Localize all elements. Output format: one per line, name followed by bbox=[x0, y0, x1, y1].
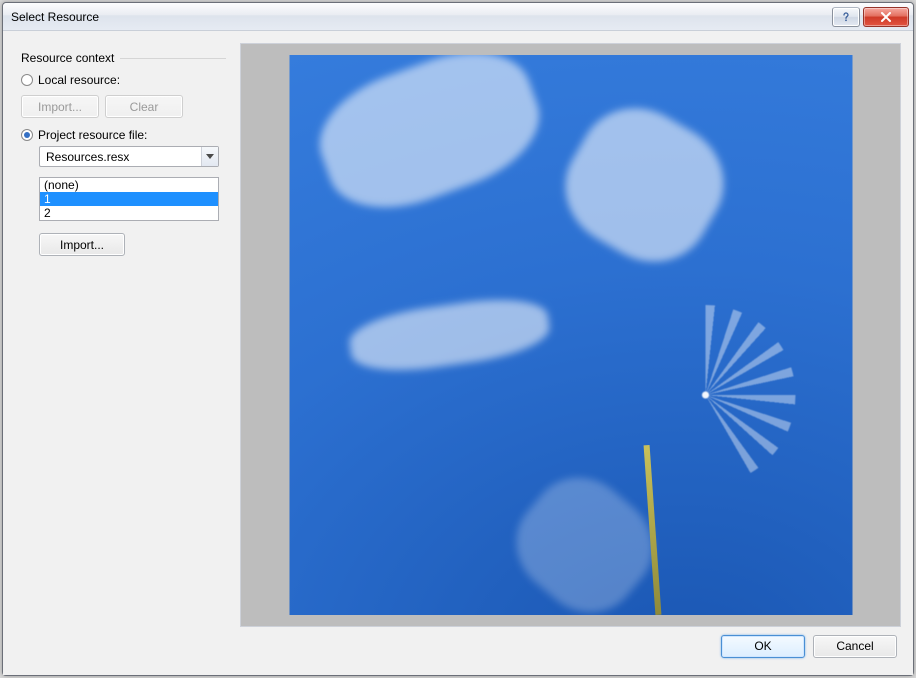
list-item[interactable]: 1 bbox=[40, 192, 218, 206]
ok-button[interactable]: OK bbox=[721, 635, 805, 658]
local-resource-label: Local resource: bbox=[38, 73, 120, 87]
project-import-button[interactable]: Import... bbox=[39, 233, 125, 256]
group-label: Resource context bbox=[21, 51, 114, 65]
local-clear-button[interactable]: Clear bbox=[105, 95, 183, 118]
project-resource-label: Project resource file: bbox=[38, 128, 147, 142]
group-header: Resource context bbox=[21, 51, 226, 65]
close-icon bbox=[880, 12, 892, 22]
window-buttons bbox=[832, 7, 911, 27]
list-item[interactable]: (none) bbox=[40, 178, 218, 192]
client-area: Resource context Local resource: Import.… bbox=[3, 31, 913, 675]
project-resource-radio[interactable]: Project resource file: bbox=[21, 128, 226, 142]
dialog-window: Select Resource Resource context bbox=[2, 2, 914, 676]
local-buttons: Import... Clear bbox=[21, 95, 226, 118]
local-import-button[interactable]: Import... bbox=[21, 95, 99, 118]
window-title: Select Resource bbox=[11, 10, 832, 24]
combo-value: Resources.resx bbox=[40, 150, 201, 164]
preview-pane bbox=[240, 43, 901, 627]
project-controls: Resources.resx (none)12 Import... bbox=[39, 146, 226, 256]
radio-icon bbox=[21, 129, 33, 141]
local-resource-radio[interactable]: Local resource: bbox=[21, 73, 226, 87]
preview-image bbox=[289, 55, 852, 615]
dialog-footer: OK Cancel bbox=[15, 627, 901, 665]
resource-file-combo[interactable]: Resources.resx bbox=[39, 146, 219, 167]
close-button[interactable] bbox=[863, 7, 909, 27]
cancel-button[interactable]: Cancel bbox=[813, 635, 897, 658]
resource-listbox[interactable]: (none)12 bbox=[39, 177, 219, 221]
help-icon bbox=[840, 11, 852, 23]
help-button[interactable] bbox=[832, 7, 860, 27]
main-row: Resource context Local resource: Import.… bbox=[15, 41, 901, 627]
resource-context-panel: Resource context Local resource: Import.… bbox=[15, 41, 230, 627]
list-item[interactable]: 2 bbox=[40, 206, 218, 220]
group-divider bbox=[120, 58, 226, 59]
chevron-down-icon bbox=[201, 147, 218, 166]
titlebar: Select Resource bbox=[3, 3, 913, 31]
radio-icon bbox=[21, 74, 33, 86]
